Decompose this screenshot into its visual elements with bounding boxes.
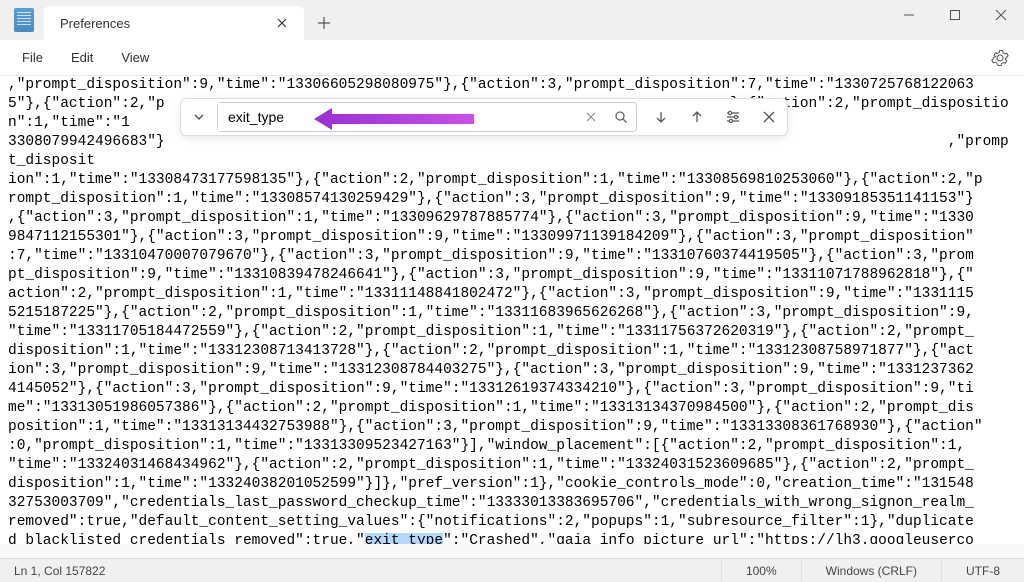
- search-icon[interactable]: [606, 103, 636, 131]
- minimize-button[interactable]: [886, 0, 932, 30]
- menu-edit[interactable]: Edit: [57, 44, 107, 71]
- menu-file[interactable]: File: [8, 44, 57, 71]
- tab-title: Preferences: [60, 16, 270, 31]
- status-encoding[interactable]: UTF-8: [941, 559, 1024, 582]
- status-zoom[interactable]: 100%: [721, 559, 801, 582]
- status-bar: Ln 1, Col 157822 100% Windows (CRLF) UTF…: [0, 558, 1024, 582]
- window-close-button[interactable]: [978, 0, 1024, 30]
- find-input-container: [217, 102, 637, 132]
- document-text[interactable]: ,"prompt_disposition":9,"time":"13306605…: [8, 76, 1016, 544]
- find-next-button[interactable]: [643, 99, 679, 135]
- maximize-button[interactable]: [932, 0, 978, 30]
- tab-preferences[interactable]: Preferences: [44, 6, 304, 40]
- menu-bar: File Edit View: [0, 40, 1024, 76]
- status-cursor: Ln 1, Col 157822: [0, 564, 721, 578]
- status-line-ending[interactable]: Windows (CRLF): [801, 559, 941, 582]
- chevron-down-icon[interactable]: [181, 99, 217, 135]
- menu-view[interactable]: View: [107, 44, 163, 71]
- gear-icon[interactable]: [984, 42, 1016, 74]
- find-bar: [180, 98, 788, 136]
- notepad-icon: [14, 8, 34, 32]
- clear-icon[interactable]: [576, 103, 606, 131]
- search-highlight: exit_type: [365, 533, 443, 544]
- title-bar: Preferences: [0, 0, 1024, 40]
- find-options-button[interactable]: [715, 99, 751, 135]
- close-icon[interactable]: [270, 11, 294, 35]
- window-controls: [886, 0, 1024, 30]
- tab-strip: Preferences: [44, 0, 344, 40]
- find-prev-button[interactable]: [679, 99, 715, 135]
- find-input[interactable]: [218, 103, 576, 131]
- find-close-button[interactable]: [751, 99, 787, 135]
- editor-area[interactable]: ,"prompt_disposition":9,"time":"13306605…: [0, 76, 1024, 544]
- add-tab-button[interactable]: [304, 6, 344, 40]
